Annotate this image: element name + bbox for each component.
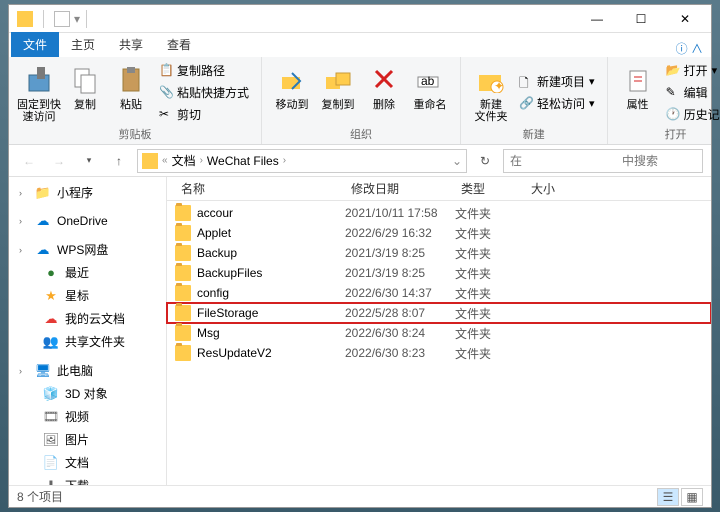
move-to-button[interactable]: 移动到: [270, 61, 314, 123]
sidebar-item[interactable]: ⬇下载: [9, 474, 166, 485]
sidebar-item[interactable]: ☁我的云文档: [9, 307, 166, 330]
item-count: 8 个项目: [17, 488, 63, 505]
file-row[interactable]: Msg2022/6/30 8:24文件夹: [167, 323, 711, 343]
clipboard-group-label: 剪贴板: [119, 126, 152, 142]
easy-access-button[interactable]: 🔗轻松访问 ▾: [515, 93, 599, 114]
tab-share[interactable]: 共享: [107, 32, 155, 57]
sidebar-item[interactable]: 🖼图片: [9, 428, 166, 451]
organize-group-label: 组织: [350, 126, 372, 142]
folder-icon: [175, 225, 191, 241]
tab-home[interactable]: 主页: [59, 32, 107, 57]
sidebar-item[interactable]: 📄文档: [9, 451, 166, 474]
copy-button[interactable]: 复制: [63, 61, 107, 123]
file-row[interactable]: Backup2021/3/19 8:25文件夹: [167, 243, 711, 263]
copy-to-button[interactable]: 复制到: [316, 61, 360, 123]
file-explorer-window: ▾ — ☐ ✕ 文件 主页 共享 查看 ⓘ ∧ 固定到快 速访问 复制: [8, 4, 712, 508]
properties-button[interactable]: 属性: [616, 61, 660, 123]
column-size[interactable]: 大小: [525, 180, 585, 197]
delete-button[interactable]: 删除: [362, 61, 406, 123]
edit-button[interactable]: ✎编辑: [662, 82, 720, 103]
help-icon[interactable]: ⓘ ∧: [676, 40, 703, 57]
sidebar-item[interactable]: ›📁小程序: [9, 181, 166, 204]
address-bar-row: ← → ▾ ↑ « 文档 › WeChat Files › ⌄ ↻: [9, 145, 711, 177]
file-row[interactable]: accour2021/10/11 17:58文件夹: [167, 203, 711, 223]
sidebar-item[interactable]: ›☁OneDrive: [9, 210, 166, 232]
details-view-button[interactable]: ☰: [657, 488, 679, 506]
file-list-pane: 名称 修改日期 类型 大小 accour2021/10/11 17:58文件夹A…: [167, 177, 711, 485]
column-type[interactable]: 类型: [455, 180, 525, 197]
recent-dropdown[interactable]: ▾: [77, 149, 101, 173]
folder-icon: [175, 345, 191, 361]
folder-icon: [175, 325, 191, 341]
breadcrumb[interactable]: 文档: [168, 152, 200, 169]
file-row[interactable]: ResUpdateV22022/6/30 8:23文件夹: [167, 343, 711, 363]
file-row[interactable]: BackupFiles2021/3/19 8:25文件夹: [167, 263, 711, 283]
close-button[interactable]: ✕: [663, 5, 707, 33]
folder-icon: [142, 153, 158, 169]
open-button[interactable]: 📂打开 ▾: [662, 60, 720, 81]
sidebar-item[interactable]: 🧊3D 对象: [9, 382, 166, 405]
up-button[interactable]: ↑: [107, 149, 131, 173]
ribbon: 固定到快 速访问 复制 粘贴 📋复制路径 📎粘贴快捷方式 ✂剪切 剪贴板: [9, 57, 711, 145]
tab-file[interactable]: 文件: [11, 32, 59, 57]
forward-button[interactable]: →: [47, 149, 71, 173]
file-row[interactable]: Applet2022/6/29 16:32文件夹: [167, 223, 711, 243]
navigation-pane: ›📁小程序 ›☁OneDrive ›☁WPS网盘●最近★星标☁我的云文档👥共享文件夹…: [9, 177, 167, 485]
file-list: accour2021/10/11 17:58文件夹Applet2022/6/29…: [167, 201, 711, 485]
sidebar-item[interactable]: 🎞视频: [9, 405, 166, 428]
folder-icon: [175, 205, 191, 221]
folder-icon: [175, 265, 191, 281]
breadcrumb[interactable]: WeChat Files: [203, 154, 283, 168]
open-group-label: 打开: [665, 126, 687, 142]
folder-icon: [54, 11, 70, 27]
pin-quick-access-button[interactable]: 固定到快 速访问: [17, 61, 61, 123]
tiles-view-button[interactable]: ▦: [681, 488, 703, 506]
svg-text:ab: ab: [421, 74, 435, 88]
ribbon-tabs: 文件 主页 共享 查看 ⓘ ∧: [9, 33, 711, 57]
file-row[interactable]: config2022/6/30 14:37文件夹: [167, 283, 711, 303]
sidebar-item[interactable]: ›🖥此电脑: [9, 359, 166, 382]
folder-icon: [17, 11, 33, 27]
copy-path-button[interactable]: 📋复制路径: [155, 60, 253, 81]
tab-view[interactable]: 查看: [155, 32, 203, 57]
address-bar[interactable]: « 文档 › WeChat Files › ⌄: [137, 149, 467, 173]
paste-shortcut-button[interactable]: 📎粘贴快捷方式: [155, 82, 253, 103]
refresh-button[interactable]: ↻: [473, 149, 497, 173]
sidebar-item[interactable]: 👥共享文件夹: [9, 330, 166, 353]
column-name[interactable]: 名称: [175, 180, 345, 197]
back-button[interactable]: ←: [17, 149, 41, 173]
folder-icon: [175, 305, 191, 321]
column-date[interactable]: 修改日期: [345, 180, 455, 197]
rename-button[interactable]: ab重命名: [408, 61, 452, 123]
folder-icon: [175, 245, 191, 261]
maximize-button[interactable]: ☐: [619, 5, 663, 33]
titlebar: ▾ — ☐ ✕: [9, 5, 711, 33]
folder-icon: [175, 285, 191, 301]
sidebar-item[interactable]: ●最近: [9, 261, 166, 284]
paste-button[interactable]: 粘贴: [109, 61, 153, 123]
new-folder-button[interactable]: ✦新建 文件夹: [469, 61, 513, 123]
status-bar: 8 个项目 ☰ ▦: [9, 485, 711, 507]
file-row[interactable]: FileStorage2022/5/28 8:07文件夹: [167, 303, 711, 323]
cut-button[interactable]: ✂剪切: [155, 104, 253, 125]
sidebar-item[interactable]: ★星标: [9, 284, 166, 307]
sidebar-item[interactable]: ›☁WPS网盘: [9, 238, 166, 261]
minimize-button[interactable]: —: [575, 5, 619, 33]
svg-text:✦: ✦: [494, 79, 504, 93]
column-headers: 名称 修改日期 类型 大小: [167, 177, 711, 201]
new-item-button[interactable]: 🗋新建项目 ▾: [515, 71, 599, 92]
search-input[interactable]: [503, 149, 703, 173]
history-button[interactable]: 🕐历史记录: [662, 104, 720, 125]
new-group-label: 新建: [523, 126, 545, 142]
